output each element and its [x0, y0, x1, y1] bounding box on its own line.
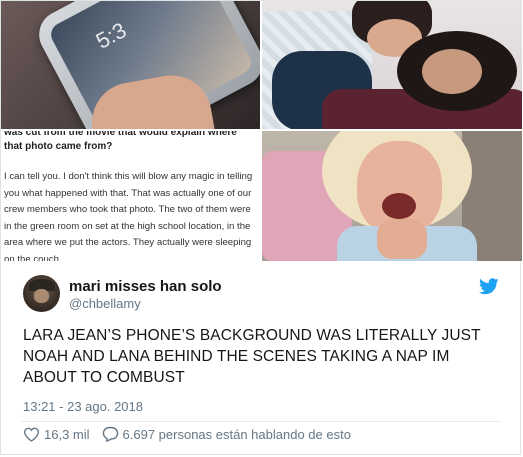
user-handle[interactable]: @chbellamy [69, 296, 141, 311]
reply-button[interactable]: 6.697 personas están hablando de esto [102, 426, 351, 442]
twitter-bird-icon[interactable] [479, 278, 499, 295]
face [422, 49, 482, 94]
timestamp[interactable]: 13:21 - 23 ago. 2018 [23, 399, 143, 414]
avatar-face [34, 289, 49, 303]
heart-icon [23, 427, 40, 442]
tweet-card: 5:3 i was cut from the movie that would … [0, 0, 522, 455]
like-count: 16,3 mil [44, 426, 90, 442]
sleeping-photo[interactable]: i [262, 1, 522, 129]
crying-photo[interactable] [262, 131, 522, 261]
display-name[interactable]: mari misses han solo [69, 278, 222, 295]
interview-question: was cut from the movie that would explai… [4, 131, 237, 152]
tweet-text: LARA JEAN’S PHONE’S BACKGROUND WAS LITER… [23, 327, 481, 386]
interview-answer: I can tell you. I don't think this will … [4, 171, 253, 261]
tweet-actions: 16,3 mil 6.697 personas están hablando d… [23, 425, 363, 443]
phone-photo[interactable]: 5:3 [1, 1, 260, 129]
hands [377, 219, 427, 259]
speech-bubble-icon [102, 426, 118, 442]
mouth [382, 193, 416, 219]
media-collage[interactable]: 5:3 i was cut from the movie that would … [1, 1, 522, 261]
like-button[interactable]: 16,3 mil [23, 427, 90, 442]
avatar[interactable] [23, 275, 60, 312]
divider [21, 421, 502, 422]
interview-text-photo[interactable]: was cut from the movie that would explai… [1, 131, 260, 261]
reply-count: 6.697 personas están hablando de esto [122, 426, 351, 442]
